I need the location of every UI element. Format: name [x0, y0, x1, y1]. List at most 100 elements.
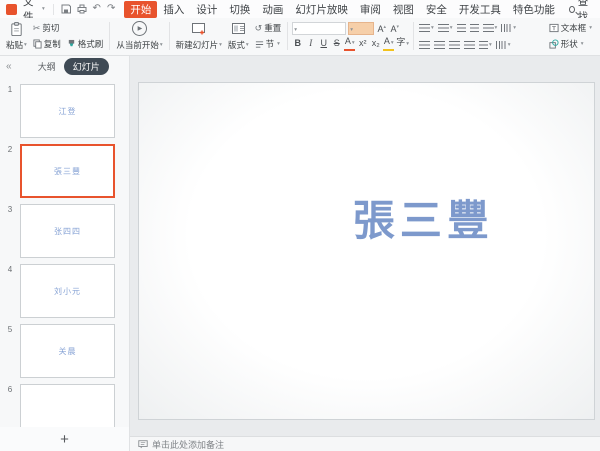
- textbox-label: 文本框: [561, 22, 587, 34]
- menu-tab-9[interactable]: 安全: [420, 1, 453, 18]
- collapse-panel-button[interactable]: «: [6, 61, 12, 72]
- character-spacing-button[interactable]: 字: [396, 36, 409, 51]
- line-spacing-button[interactable]: [482, 21, 499, 34]
- decrease-indent-icon: [457, 24, 466, 32]
- slide-thumbnail-row: 1 江登: [0, 84, 129, 138]
- text-direction-button[interactable]: [478, 38, 493, 51]
- highlight-color-button[interactable]: A: [383, 36, 394, 51]
- paste-button[interactable]: 粘贴: [4, 20, 29, 52]
- bold-button[interactable]: B: [292, 37, 303, 50]
- layout-label: 版式: [228, 39, 249, 51]
- menu-tabs: 开始插入设计切换动画幻灯片放映审阅视图安全开发工具特色功能: [124, 1, 561, 18]
- menu-bar: 文件 ↶ ↷ 开始插入设计切换动画幻灯片放映审阅视图安全开发工具特色功能 查找: [0, 0, 600, 18]
- menu-tab-10[interactable]: 开发工具: [453, 1, 507, 18]
- slide-thumbnail[interactable]: 关晨: [20, 324, 115, 378]
- wps-logo-icon[interactable]: [6, 4, 17, 15]
- slide-thumbnail[interactable]: 刘小元: [20, 264, 115, 318]
- columns-button[interactable]: [500, 21, 517, 34]
- add-slide-button[interactable]: +: [60, 432, 69, 447]
- italic-button[interactable]: I: [305, 37, 316, 50]
- slides-panel: « 大纲 幻灯片 1 江登 2 張三豐 3 张四四 4 刘小元 5: [0, 56, 130, 451]
- panel-tabs: 大纲 幻灯片: [18, 58, 129, 75]
- decrease-font-button[interactable]: A: [389, 21, 400, 36]
- new-slide-button[interactable]: 新建幻灯片: [174, 20, 224, 52]
- slide-thumbnail[interactable]: 张四四: [20, 204, 115, 258]
- numbered-list-button[interactable]: [437, 21, 454, 34]
- slide-title-text[interactable]: 張三豐: [353, 187, 494, 248]
- shapes-button[interactable]: 形状: [547, 37, 594, 51]
- slide-thumbnail[interactable]: 江登: [20, 84, 115, 138]
- slide-number: 3: [0, 204, 20, 258]
- menu-tab-11[interactable]: 特色功能: [507, 1, 561, 18]
- divider: [413, 22, 414, 50]
- menu-tab-2[interactable]: 插入: [157, 1, 190, 18]
- format-painter-label: 格式刷: [78, 38, 104, 50]
- menu-tab-3[interactable]: 设计: [190, 1, 223, 18]
- format-painter-icon: [67, 39, 76, 49]
- cut-button[interactable]: ✂ 剪切: [31, 21, 62, 35]
- divider: [169, 22, 170, 50]
- slide-editor[interactable]: 張三豐: [138, 82, 595, 420]
- font-size-select[interactable]: [348, 22, 374, 35]
- slide-thumbnail-title: 張三豐: [54, 166, 81, 177]
- subscript-button[interactable]: x₂: [370, 37, 381, 50]
- increase-font-button[interactable]: A: [376, 21, 387, 36]
- slide-thumbnail[interactable]: 張三豐: [20, 144, 115, 198]
- align-center-button[interactable]: [433, 38, 446, 51]
- menu-tab-7[interactable]: 审阅: [354, 1, 387, 18]
- align-center-icon: [434, 41, 445, 49]
- menu-tab-4[interactable]: 切换: [223, 1, 256, 18]
- menu-tab-8[interactable]: 视图: [387, 1, 420, 18]
- increase-indent-button[interactable]: [469, 21, 480, 34]
- menu-tab-1[interactable]: 开始: [124, 1, 157, 18]
- justify-icon: [464, 41, 475, 49]
- align-right-icon: [449, 41, 460, 49]
- bullet-list-button[interactable]: [418, 21, 435, 34]
- tab-slides[interactable]: 幻灯片: [64, 58, 109, 75]
- distribute-button[interactable]: [495, 38, 512, 51]
- paragraph-group: [418, 20, 517, 52]
- align-right-button[interactable]: [448, 38, 461, 51]
- justify-button[interactable]: [463, 38, 476, 51]
- section-button[interactable]: 节: [253, 37, 282, 51]
- divider: [109, 22, 110, 50]
- line-spacing-icon: [483, 24, 494, 32]
- tab-outline[interactable]: 大纲: [38, 60, 56, 73]
- notes-bar[interactable]: 单击此处添加备注: [130, 436, 600, 451]
- copy-button[interactable]: 复制: [31, 37, 63, 51]
- increase-indent-icon: [470, 24, 479, 32]
- redo-icon[interactable]: ↷: [106, 4, 116, 14]
- undo-icon[interactable]: ↶: [92, 4, 102, 14]
- format-painter-button[interactable]: 格式刷: [65, 37, 106, 51]
- font-family-select[interactable]: [292, 22, 346, 35]
- save-icon[interactable]: [60, 4, 72, 14]
- strikethrough-button[interactable]: S: [331, 37, 342, 50]
- slide-canvas[interactable]: 張三豐: [130, 56, 600, 436]
- slide-thumbnail-list: 1 江登 2 張三豐 3 张四四 4 刘小元 5 关晨 6: [0, 76, 129, 427]
- ribbon-toolbar: 粘贴 ✂ 剪切 复制: [0, 18, 600, 56]
- insert-group: 文本框 形状: [547, 20, 596, 52]
- play-from-current-button[interactable]: ▶ 从当前开始: [114, 20, 164, 52]
- reset-button[interactable]: ↺ 重置: [253, 21, 284, 35]
- new-slide-label: 新建幻灯片: [176, 39, 222, 51]
- menu-tab-5[interactable]: 动画: [256, 1, 289, 18]
- search-icon: [569, 6, 575, 13]
- textbox-button[interactable]: 文本框: [547, 21, 594, 35]
- divider: [287, 22, 288, 50]
- print-icon[interactable]: [76, 4, 88, 14]
- font-color-button[interactable]: A: [344, 36, 355, 51]
- align-left-button[interactable]: [418, 38, 431, 51]
- underline-button[interactable]: U: [318, 37, 329, 50]
- superscript-button[interactable]: x²: [357, 37, 368, 50]
- slide-thumbnail[interactable]: [20, 384, 115, 427]
- slide-thumbnail-title: 刘小元: [54, 286, 81, 297]
- slide-thumbnail-title: 关晨: [59, 346, 77, 357]
- slide-number: 2: [0, 144, 20, 198]
- slide-thumbnail-title: 张四四: [54, 226, 81, 237]
- clipboard-group: ✂ 剪切 复制 格式刷: [31, 20, 106, 52]
- bullet-list-icon: [419, 24, 430, 32]
- layout-button[interactable]: 版式: [226, 20, 251, 52]
- slide-thumbnail-row: 6: [0, 384, 129, 427]
- menu-tab-6[interactable]: 幻灯片放映: [289, 1, 354, 18]
- decrease-indent-button[interactable]: [456, 21, 467, 34]
